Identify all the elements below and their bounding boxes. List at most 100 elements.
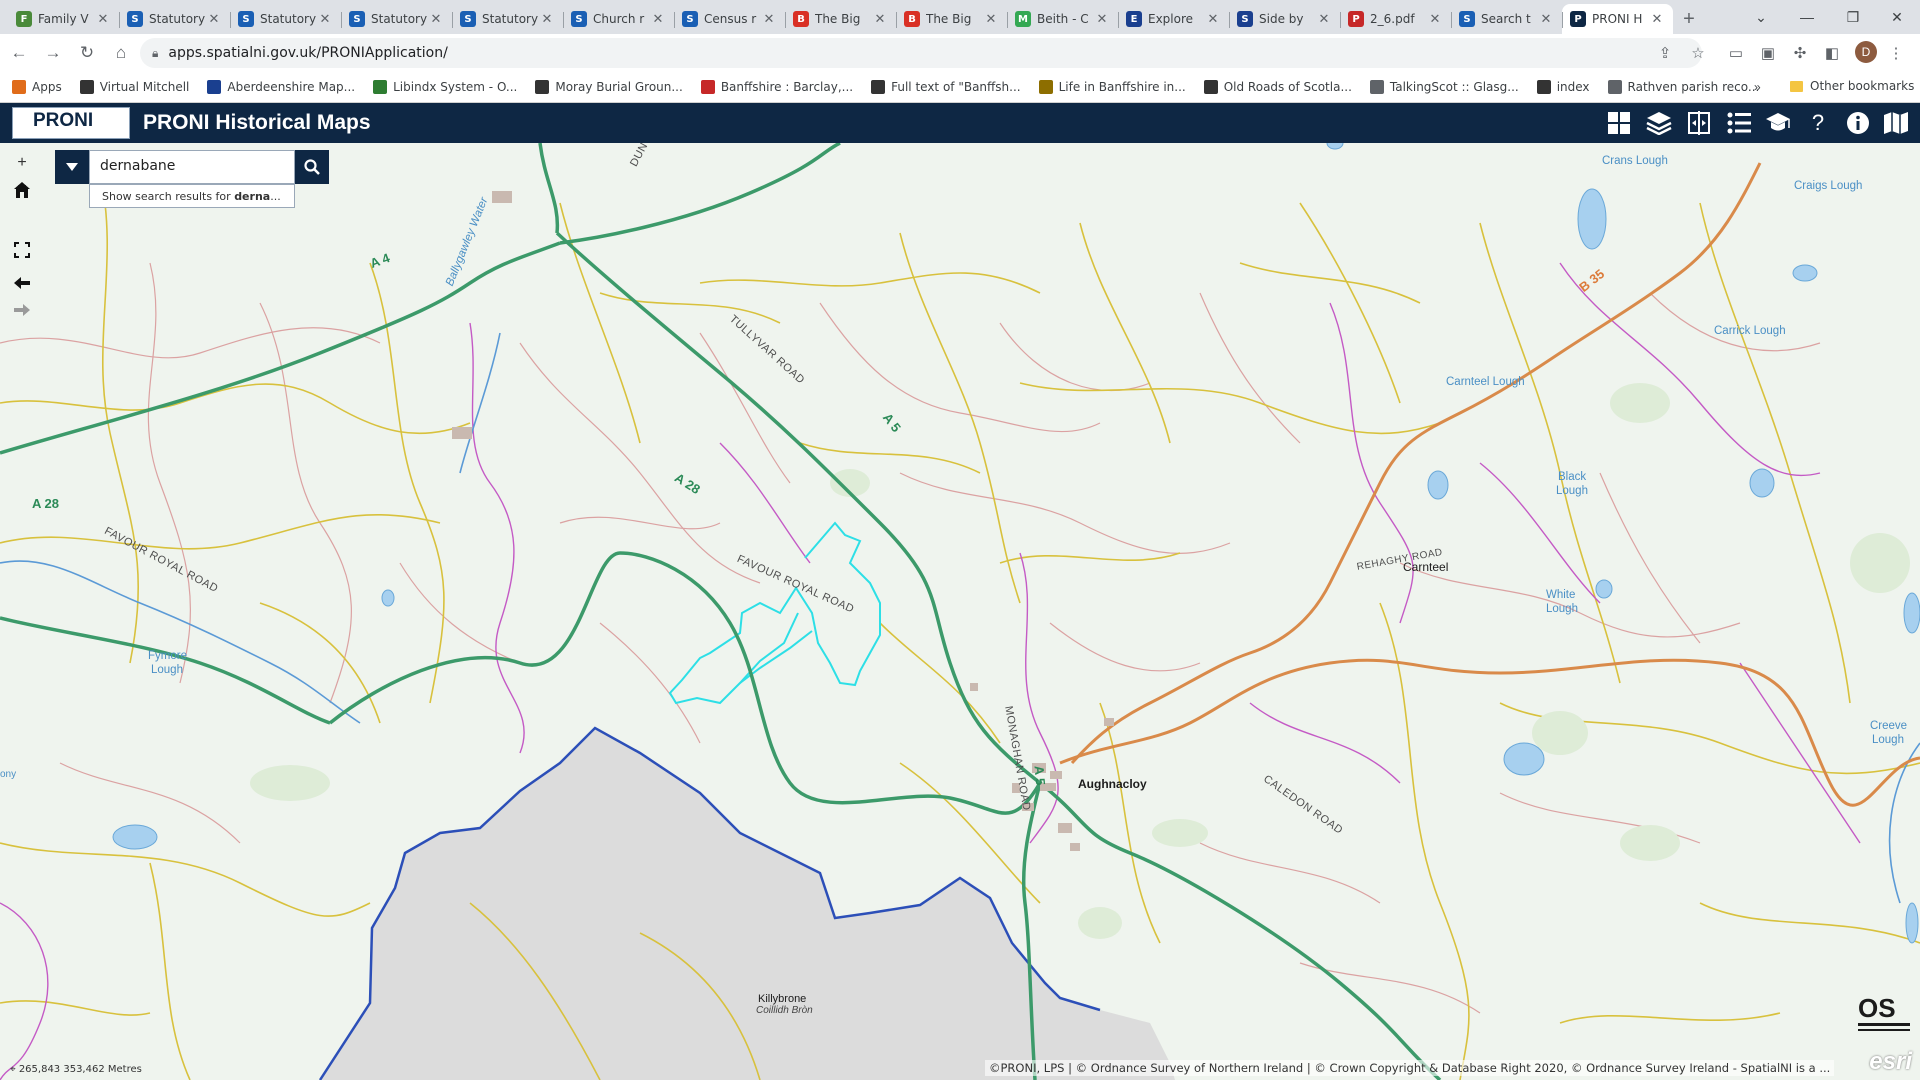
bookmark-item[interactable]: Libindx System - O... <box>373 80 517 94</box>
tab-close-icon[interactable]: ✕ <box>1316 12 1332 27</box>
search-suggestion[interactable]: Show search results for derna... <box>89 184 295 208</box>
tab-close-icon[interactable]: ✕ <box>1094 12 1110 27</box>
browser-tab[interactable]: P 2_6.pdf ✕ <box>1340 4 1451 34</box>
browser-tab[interactable]: M Beith - C ✕ <box>1007 4 1118 34</box>
label-fymore-2: Lough <box>151 664 183 676</box>
bookmark-label: Life in Banffshire in... <box>1058 80 1186 94</box>
browser-menu-icon[interactable]: ⋮ <box>1886 43 1906 63</box>
bookmark-favicon-icon <box>373 80 388 94</box>
browser-tab[interactable]: S Statutory ✕ <box>341 4 452 34</box>
share-icon[interactable]: ⇪ <box>1655 43 1675 63</box>
chevron-right-icon[interactable]: » <box>1754 80 1761 94</box>
bookmark-item[interactable]: Old Roads of Scotla... <box>1203 80 1352 94</box>
browser-tab[interactable]: S Statutory ✕ <box>452 4 563 34</box>
search-input[interactable]: dernabane <box>89 150 295 184</box>
bookmark-item[interactable]: Banffshire : Barclay,... <box>700 80 854 94</box>
tab-close-icon[interactable]: ✕ <box>317 12 333 27</box>
side-panel-icon[interactable]: ◧ <box>1822 43 1842 63</box>
layers-icon[interactable] <box>1644 109 1674 137</box>
browser-tab[interactable]: B The Big ✕ <box>896 4 1007 34</box>
new-tab-button[interactable]: + <box>1673 4 1705 34</box>
bookmark-item[interactable]: Full text of "Banffsh... <box>871 80 1021 94</box>
fullscreen-icon[interactable] <box>10 238 34 262</box>
other-bookmarks[interactable]: Other bookmarks <box>1790 79 1914 93</box>
search-button[interactable] <box>295 150 329 184</box>
bookmark-label: Apps <box>32 80 62 94</box>
bookmark-item[interactable]: Aberdeenshire Map... <box>207 80 355 94</box>
map-view[interactable]: Aughnacloy Carnteel Killybrone Coillidh … <box>0 143 1920 1080</box>
zoom-in-button[interactable]: + <box>10 151 34 175</box>
bookmark-item[interactable]: index <box>1536 80 1590 94</box>
tab-close-icon[interactable]: ✕ <box>206 12 222 27</box>
bookmark-item[interactable]: Life in Banffshire in... <box>1038 80 1186 94</box>
search-source-dropdown[interactable] <box>55 150 89 184</box>
bookmark-favicon-icon <box>1203 80 1218 94</box>
bookmark-item[interactable]: Virtual Mitchell <box>79 80 189 94</box>
browser-tab[interactable]: P PRONI H ✕ <box>1562 4 1673 34</box>
tab-close-icon[interactable]: ✕ <box>1205 12 1221 27</box>
reload-icon[interactable]: ↻ <box>72 38 102 68</box>
tab-title: Statutory <box>149 12 206 26</box>
minimize-icon[interactable]: — <box>1784 0 1830 34</box>
tab-close-icon[interactable]: ✕ <box>761 12 777 27</box>
restore-icon[interactable]: ❐ <box>1830 0 1876 34</box>
tab-close-icon[interactable]: ✕ <box>95 12 111 27</box>
next-extent-icon[interactable] <box>10 298 34 322</box>
bookmark-label: Old Roads of Scotla... <box>1223 80 1352 94</box>
base-map <box>0 143 1920 1080</box>
tab-close-icon[interactable]: ✕ <box>1427 12 1443 27</box>
extension-shield-icon[interactable]: ▣ <box>1758 43 1778 63</box>
profile-avatar[interactable]: D <box>1855 41 1877 63</box>
help-icon[interactable]: ? <box>1803 109 1833 137</box>
home-extent-icon[interactable] <box>10 178 34 202</box>
bookmark-star-icon[interactable]: ☆ <box>1688 43 1708 63</box>
bookmark-favicon-icon <box>871 80 886 94</box>
tab-close-icon[interactable]: ✕ <box>1649 12 1665 27</box>
bookmark-item[interactable]: Moray Burial Groun... <box>535 80 683 94</box>
info-icon[interactable] <box>1843 109 1873 137</box>
browser-tab[interactable]: S Church r ✕ <box>563 4 674 34</box>
bookmark-label: Full text of "Banffsh... <box>891 80 1021 94</box>
bookmark-item[interactable]: Apps <box>12 80 62 94</box>
tab-close-icon[interactable]: ✕ <box>872 12 888 27</box>
map-book-icon[interactable] <box>1881 109 1911 137</box>
address-bar[interactable]: 🔒︎ apps.spatialni.gov.uk/PRONIApplicatio… <box>140 38 1702 68</box>
tab-search-icon[interactable]: ⌄ <box>1738 0 1784 34</box>
basemap-gallery-icon[interactable] <box>1604 109 1634 137</box>
browser-tab[interactable]: S Statutory ✕ <box>230 4 341 34</box>
browser-tab[interactable]: F Family V ✕ <box>8 4 119 34</box>
browser-tab[interactable]: S Census r ✕ <box>674 4 785 34</box>
legend-icon[interactable] <box>1724 109 1754 137</box>
proni-logo[interactable]: PRONI <box>12 107 130 139</box>
browser-tab[interactable]: S Side by ✕ <box>1229 4 1340 34</box>
tab-close-icon[interactable]: ✕ <box>1538 12 1554 27</box>
label-carrick-lough: Carrick Lough <box>1714 325 1786 337</box>
browser-tab[interactable]: E Explore ✕ <box>1118 4 1229 34</box>
bookmark-item[interactable]: TalkingScot :: Glasg... <box>1369 80 1519 94</box>
bookmark-label: Banffshire : Barclay,... <box>720 80 854 94</box>
tab-title: Beith - C <box>1037 12 1089 26</box>
back-icon[interactable]: ← <box>4 38 34 68</box>
close-window-icon[interactable]: ✕ <box>1874 0 1920 34</box>
browser-tab[interactable]: S Statutory ✕ <box>119 4 230 34</box>
forward-icon[interactable]: → <box>38 38 68 68</box>
extensions-puzzle-icon[interactable]: ✣ <box>1790 43 1810 63</box>
tab-close-icon[interactable]: ✕ <box>650 12 666 27</box>
compare-icon[interactable] <box>1684 109 1714 137</box>
tab-title: PRONI H <box>1592 12 1643 26</box>
tab-close-icon[interactable]: ✕ <box>983 12 999 27</box>
tab-close-icon[interactable]: ✕ <box>428 12 444 27</box>
tab-close-icon[interactable]: ✕ <box>539 12 555 27</box>
home-icon[interactable]: ⌂ <box>106 38 136 68</box>
browser-tab[interactable]: S Search t ✕ <box>1451 4 1562 34</box>
education-icon[interactable] <box>1763 109 1793 137</box>
browser-tab[interactable]: B The Big ✕ <box>785 4 896 34</box>
lock-icon[interactable]: 🔒︎ <box>152 46 158 61</box>
bookmark-item[interactable]: Rathven parish reco... <box>1607 80 1759 94</box>
cast-icon[interactable]: ▭ <box>1726 43 1746 63</box>
tab-title: Family V <box>38 12 89 26</box>
previous-extent-icon[interactable] <box>10 271 34 295</box>
app-header: PRONI PRONI Historical Maps ? <box>0 103 1920 143</box>
tab-favicon-icon: B <box>793 11 809 27</box>
bookmark-favicon-icon <box>79 80 94 94</box>
